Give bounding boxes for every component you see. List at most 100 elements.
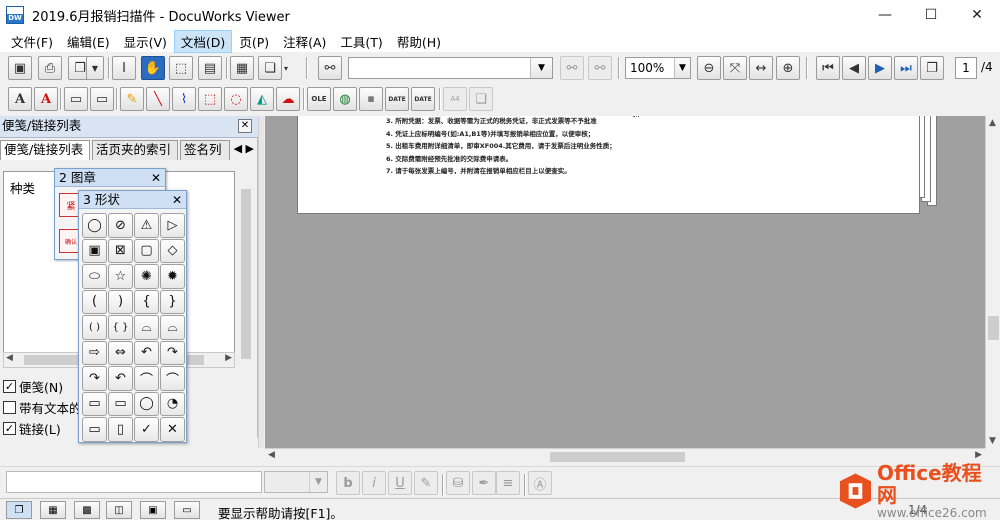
links-checkbox-row[interactable]: ✓ 链接(L) <box>3 419 61 438</box>
panel-vertical-scrollbar[interactable] <box>238 171 254 371</box>
fit-page-button[interactable]: ⤧ <box>723 56 747 80</box>
zoom-out-button[interactable]: ⊖ <box>697 56 721 80</box>
scroll-left-icon[interactable]: ◀ <box>6 353 13 363</box>
triangle-right-shape-icon[interactable]: ▷ <box>160 213 185 238</box>
callout-rounded-shape-icon[interactable]: ▭ <box>108 391 133 416</box>
menu-view[interactable]: 显示(V) <box>117 30 174 53</box>
scroll-right-icon[interactable]: ▶ <box>975 450 982 460</box>
view-single-button[interactable]: ❐ <box>6 501 32 519</box>
search-combo[interactable]: ▼ <box>348 57 553 79</box>
pentagon-tag-shape-icon[interactable]: ⬭ <box>82 264 107 289</box>
right-paren-shape-icon[interactable]: ) <box>108 289 133 314</box>
ribbon-button[interactable]: ◭ <box>250 87 274 111</box>
circular-arrow-2-shape-icon[interactable]: ⌒ <box>160 366 185 391</box>
stamp-palette-title-bar[interactable]: 2 图章 ✕ <box>55 169 165 187</box>
tab-signature-list[interactable]: 签名列 <box>180 140 230 160</box>
crossed-square-shape-icon[interactable]: ⊠ <box>108 238 133 263</box>
circular-arrow-shape-icon[interactable]: ⌒ <box>134 366 159 391</box>
menu-tools[interactable]: 工具(T) <box>333 30 389 53</box>
save-button[interactable]: ▣ <box>8 56 32 80</box>
left-brace-shape-icon[interactable]: { <box>134 289 159 314</box>
notes-checkbox-row[interactable]: ✓ 便笺(N) <box>3 377 63 396</box>
minimize-button[interactable]: — <box>862 0 908 30</box>
next-page-button[interactable]: ▶ <box>868 56 892 80</box>
double-paren-shape-icon[interactable]: ( ) <box>82 315 107 340</box>
arrow-curve-right-shape-icon[interactable]: ↷ <box>160 340 185 365</box>
sticky-note-button[interactable]: ▭ <box>64 87 88 111</box>
cross-mark-shape-icon[interactable]: ✕ <box>160 417 185 442</box>
panel-splitter[interactable] <box>258 116 264 448</box>
underline-button[interactable]: U <box>388 471 412 495</box>
view-thumbnails-button[interactable]: ▦ <box>40 501 66 519</box>
double-brace-shape-icon[interactable]: { } <box>108 315 133 340</box>
fit-width-button[interactable]: ↔ <box>749 56 773 80</box>
document-shape-icon[interactable]: ▯ <box>108 417 133 442</box>
chevron-down-icon[interactable]: ▼ <box>309 472 327 492</box>
scroll-up-icon[interactable]: ▲ <box>989 118 996 128</box>
with-text-checkbox[interactable] <box>3 401 16 414</box>
diamond-shape-icon[interactable]: ◇ <box>160 238 185 263</box>
select-text-tool[interactable]: Ⅰ <box>112 56 136 80</box>
chevron-down-icon[interactable]: ▼ <box>674 58 690 78</box>
panel-close-button[interactable]: ✕ <box>238 119 252 133</box>
callout-rect-shape-icon[interactable]: ▭ <box>82 391 107 416</box>
link-button[interactable]: ◍ <box>333 87 357 111</box>
zoom-combo[interactable]: 100% ▼ <box>625 57 691 79</box>
document-vertical-scrollbar[interactable]: ▲ ▼ <box>985 116 1000 448</box>
pages-dropdown-button[interactable]: ▾ <box>279 56 293 80</box>
rectangle-button[interactable]: ⬚ <box>198 87 222 111</box>
callout-oval-shape-icon[interactable]: ◯ <box>134 391 159 416</box>
rounded-rect-shape-icon[interactable]: ▢ <box>134 238 159 263</box>
text-black-button[interactable]: A <box>8 87 32 111</box>
shape-palette[interactable]: 3 形状 ✕ ◯ ⊘ ⚠ ▷ ▣ ⊠ ▢ ◇ ⬭ ☆ ✺ ✹ ( ) { } (… <box>78 190 187 443</box>
scroll-thumb[interactable] <box>550 452 685 462</box>
u-turn-left-shape-icon[interactable]: ↶ <box>108 366 133 391</box>
hand-tool[interactable]: ✋ <box>141 56 165 80</box>
view-page-button[interactable]: ▣ <box>140 501 166 519</box>
sticky-note-2-button[interactable]: ▭ <box>90 87 114 111</box>
scroll-2-shape-icon[interactable]: ⌓ <box>160 315 185 340</box>
a4-button[interactable]: A4 <box>443 87 467 111</box>
shape-palette-title-bar[interactable]: 3 形状 ✕ <box>79 191 186 209</box>
line-color-button[interactable]: ✒ <box>472 471 496 495</box>
arrow-right-shape-icon[interactable]: ⇨ <box>82 340 107 365</box>
copy-dropdown-button[interactable]: ▼ <box>86 56 104 80</box>
links-checkbox[interactable]: ✓ <box>3 422 16 435</box>
scroll-thumb[interactable] <box>241 189 251 359</box>
explosion-shape-icon[interactable]: ✺ <box>134 264 159 289</box>
scroll-shape-icon[interactable]: ⌓ <box>134 315 159 340</box>
find-prev-button[interactable]: ⚯ <box>560 56 584 80</box>
page-number-input[interactable]: 1 <box>955 57 977 79</box>
view-double-button[interactable]: ◫ <box>106 501 132 519</box>
page-layout-button[interactable]: ❐ <box>920 56 944 80</box>
transparency-button[interactable]: Ⓐ <box>528 471 552 495</box>
scroll-thumb[interactable] <box>988 316 999 340</box>
text-red-button[interactable]: A <box>34 87 58 111</box>
date-stamp-button[interactable]: DATE <box>385 87 409 111</box>
select-area-tool[interactable]: ⬚ <box>169 56 193 80</box>
menu-document[interactable]: 文档(D) <box>173 29 233 53</box>
shape-palette-close-button[interactable]: ✕ <box>172 192 182 209</box>
callout-down-shape-icon[interactable]: ▭ <box>82 417 107 442</box>
annotation-tool[interactable]: ▤ <box>198 56 222 80</box>
first-page-button[interactable]: ⏮ <box>816 56 840 80</box>
scroll-right-icon[interactable]: ▶ <box>225 353 232 363</box>
view-grid-button[interactable]: ▩ <box>74 501 100 519</box>
zoom-in-button[interactable]: ⊕ <box>776 56 800 80</box>
maximize-button[interactable]: ☐ <box>908 0 954 30</box>
close-button[interactable]: ✕ <box>954 0 1000 30</box>
cloud-button[interactable]: ☁ <box>276 87 300 111</box>
notes-checkbox[interactable]: ✓ <box>3 380 16 393</box>
binder-button[interactable]: ▦ <box>230 56 254 80</box>
right-brace-shape-icon[interactable]: } <box>160 289 185 314</box>
date-stamp-2-button[interactable]: DATE <box>411 87 435 111</box>
font-name-combo[interactable] <box>6 471 262 493</box>
font-size-combo[interactable]: ▼ <box>264 471 328 493</box>
view-fullscreen-button[interactable]: ▭ <box>174 501 200 519</box>
page-size-button[interactable]: ❏ <box>469 87 493 111</box>
u-turn-right-shape-icon[interactable]: ↷ <box>82 366 107 391</box>
chevron-down-icon[interactable]: ▼ <box>530 58 552 78</box>
menu-annotation[interactable]: 注释(A) <box>276 30 333 53</box>
marker-button[interactable]: ✎ <box>120 87 144 111</box>
find-button[interactable]: ⚯ <box>318 56 342 80</box>
